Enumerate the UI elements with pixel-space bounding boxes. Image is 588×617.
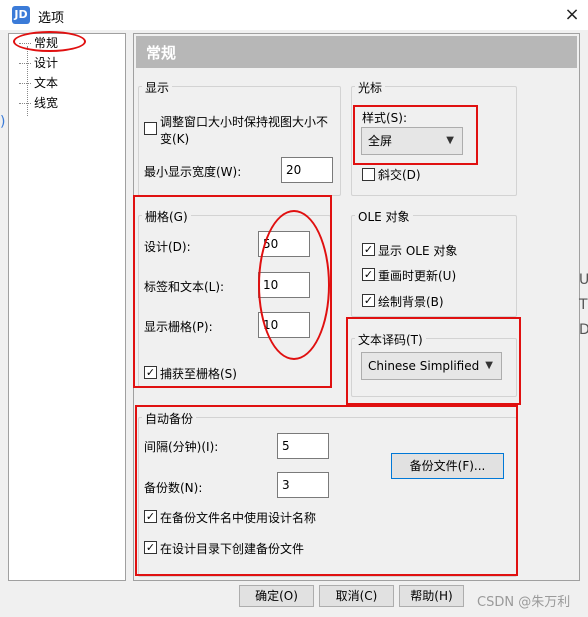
side-fragment-right-1: U: [579, 272, 588, 288]
keep-view-size-label-line1: 调整窗口大小时保持视图大小不: [160, 115, 329, 129]
category-tree: 常规 设计 文本 线宽: [8, 33, 126, 581]
cursor-legend: 光标: [355, 79, 386, 96]
annotation-box-encoding: [346, 317, 521, 405]
redraw-update-checkbox[interactable]: ✓: [362, 268, 375, 281]
oblique-checkbox[interactable]: [362, 168, 375, 181]
tree-item-text[interactable]: 文本: [19, 74, 58, 92]
keep-view-size-checkbox[interactable]: [144, 122, 157, 135]
cancel-button[interactable]: 取消(C): [319, 585, 394, 607]
tree-item-line-width[interactable]: 线宽: [19, 94, 58, 112]
draw-background-checkbox[interactable]: ✓: [362, 294, 375, 307]
ole-legend: OLE 对象: [355, 208, 413, 225]
display-legend: 显示: [142, 79, 173, 96]
section-title: 常规: [146, 44, 177, 62]
watermark: CSDN @朱万利: [477, 595, 571, 610]
annotation-oval-general: [13, 31, 86, 52]
annotation-oval-grid-values: [258, 210, 330, 360]
tree-item-label: 线宽: [34, 96, 59, 110]
keep-view-size-label-line2: 变(K): [160, 132, 190, 146]
annotation-box-backup: [135, 405, 518, 576]
ok-button[interactable]: 确定(O): [239, 585, 314, 607]
section-header: [136, 36, 577, 68]
title-bar: [0, 0, 588, 30]
options-dialog: JD 选项 × 常规 设计 文本 线宽 常规 显示 调整窗口大小时保持视图大小不…: [0, 0, 588, 617]
show-ole-label: 显示 OLE 对象: [378, 244, 458, 258]
side-fragment-right-3: D: [579, 322, 588, 338]
redraw-update-label: 重画时更新(U): [378, 269, 457, 283]
side-fragment-right-2: T: [579, 297, 588, 313]
app-icon: JD: [12, 6, 30, 24]
min-width-label: 最小显示宽度(W):: [144, 165, 242, 179]
close-icon[interactable]: ×: [559, 2, 585, 28]
side-fragment-left: ): [0, 114, 6, 130]
annotation-box-cursor: [353, 105, 478, 165]
window-title: 选项: [38, 11, 65, 26]
tree-item-label: 文本: [34, 76, 59, 90]
min-width-input[interactable]: 20: [281, 157, 333, 183]
help-button[interactable]: 帮助(H): [399, 585, 464, 607]
oblique-label: 斜交(D): [378, 168, 421, 182]
show-ole-checkbox[interactable]: ✓: [362, 243, 375, 256]
draw-background-label: 绘制背景(B): [378, 295, 444, 309]
tree-item-label: 设计: [34, 56, 59, 70]
tree-item-design[interactable]: 设计: [19, 54, 58, 72]
